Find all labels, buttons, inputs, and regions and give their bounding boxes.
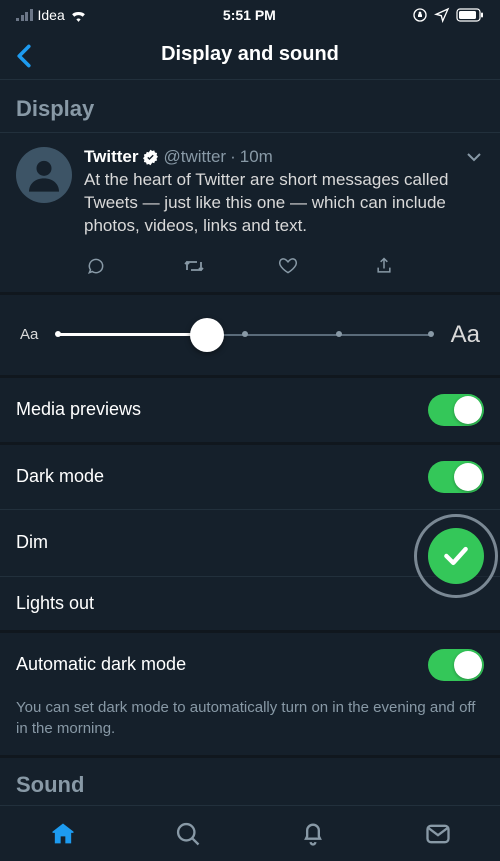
avatar	[16, 147, 72, 203]
share-button[interactable]	[374, 256, 470, 276]
section-header-display: Display	[0, 80, 500, 132]
dim-highlight-ring	[414, 514, 498, 598]
status-left: Idea	[16, 7, 87, 23]
font-size-slider-row: Aa Aa	[0, 295, 500, 375]
dim-selected-indicator[interactable]	[428, 528, 484, 584]
wifi-icon	[70, 9, 87, 22]
sample-tweet: Twitter @twitter · 10m At the heart of T…	[0, 133, 500, 248]
tab-search[interactable]	[125, 806, 250, 861]
auto-dark-mode-switch[interactable]	[428, 649, 484, 681]
dark-mode-label: Dark mode	[16, 466, 104, 487]
person-icon	[24, 155, 64, 195]
location-icon	[434, 7, 450, 23]
orientation-lock-icon	[412, 7, 428, 23]
back-button[interactable]	[16, 44, 32, 73]
mail-icon	[424, 820, 452, 848]
dim-label: Dim	[16, 532, 48, 553]
nav-header: Display and sound	[0, 30, 500, 80]
slider-thumb[interactable]	[190, 318, 224, 352]
chevron-left-icon	[16, 44, 32, 68]
section-header-sound: Sound	[0, 758, 500, 808]
dot-separator: ·	[230, 147, 236, 167]
dark-mode-row[interactable]: Dark mode	[0, 445, 500, 509]
signal-icon	[16, 9, 33, 21]
auto-dark-mode-label: Automatic dark mode	[16, 654, 186, 675]
lights-out-label: Lights out	[16, 593, 94, 614]
status-bar: Idea 5:51 PM	[0, 0, 500, 30]
tab-bar	[0, 805, 500, 861]
status-right	[412, 7, 484, 23]
tab-messages[interactable]	[375, 806, 500, 861]
media-previews-switch[interactable]	[428, 394, 484, 426]
clock: 5:51 PM	[223, 7, 276, 23]
media-previews-label: Media previews	[16, 399, 141, 420]
bell-icon	[299, 820, 327, 848]
tab-home[interactable]	[0, 806, 125, 861]
like-button[interactable]	[278, 256, 374, 276]
retweet-button[interactable]	[182, 256, 278, 276]
tweet-author-name: Twitter	[84, 147, 138, 167]
carrier-label: Idea	[38, 7, 65, 23]
home-icon	[49, 820, 77, 848]
tweet-time: 10m	[240, 147, 273, 167]
auto-dark-mode-row[interactable]: Automatic dark mode	[0, 633, 500, 697]
search-icon	[174, 820, 202, 848]
chevron-down-icon	[466, 152, 482, 162]
tab-notifications[interactable]	[250, 806, 375, 861]
retweet-icon	[182, 256, 206, 276]
tweet-handle: @twitter	[163, 147, 226, 167]
font-small-label: Aa	[20, 326, 38, 343]
font-large-label: Aa	[451, 321, 480, 349]
page-title: Display and sound	[161, 43, 339, 66]
share-icon	[374, 256, 394, 276]
dark-mode-switch[interactable]	[428, 461, 484, 493]
tweet-more-button[interactable]	[466, 149, 482, 167]
heart-icon	[278, 256, 298, 276]
font-size-slider[interactable]	[56, 333, 432, 337]
battery-icon	[456, 8, 484, 22]
auto-dark-mode-helper: You can set dark mode to automatically t…	[0, 697, 500, 755]
tweet-text: At the heart of Twitter are short messag…	[84, 169, 484, 238]
reply-icon	[86, 256, 106, 276]
reply-button[interactable]	[86, 256, 182, 276]
check-icon	[442, 545, 470, 567]
verified-badge-icon	[142, 149, 159, 166]
media-previews-row[interactable]: Media previews	[0, 378, 500, 442]
